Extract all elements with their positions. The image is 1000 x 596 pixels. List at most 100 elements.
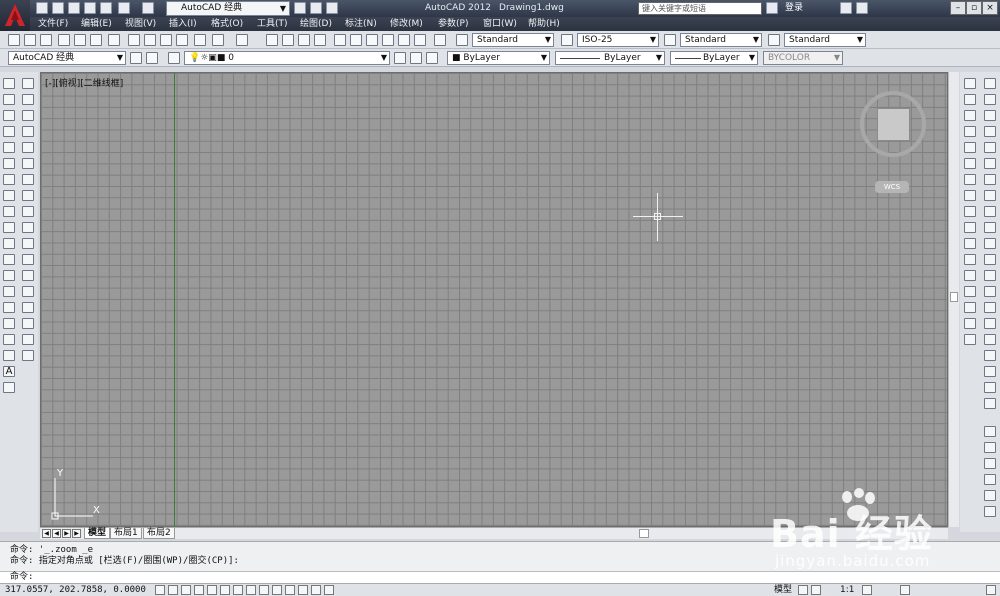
offset-icon[interactable] bbox=[22, 126, 34, 137]
new-file-icon[interactable] bbox=[36, 2, 48, 14]
lineweight-toggle-icon[interactable] bbox=[285, 585, 295, 595]
menu-window[interactable]: 窗口(W) bbox=[483, 17, 517, 31]
multiline-text-icon[interactable]: A bbox=[3, 366, 15, 377]
quadrant-snap-icon[interactable] bbox=[964, 206, 976, 217]
intersection-snap-icon[interactable] bbox=[964, 142, 976, 153]
restore-icon[interactable]: ▫ bbox=[966, 1, 982, 15]
help-icon[interactable] bbox=[856, 2, 868, 14]
open-icon[interactable] bbox=[24, 34, 36, 46]
layer-previous-icon[interactable] bbox=[410, 52, 422, 64]
text-style-select[interactable]: Standard ▼ bbox=[472, 33, 554, 47]
zoom-realtime-icon[interactable] bbox=[282, 34, 294, 46]
dimension-update-icon[interactable] bbox=[984, 382, 996, 393]
construction-line-icon[interactable] bbox=[3, 94, 15, 105]
hatch-to-back-icon[interactable] bbox=[984, 506, 996, 517]
node-snap-icon[interactable] bbox=[964, 286, 976, 297]
multileader-style-icon[interactable] bbox=[768, 34, 780, 46]
erase-icon[interactable] bbox=[22, 78, 34, 89]
workspace-switch-icon[interactable] bbox=[900, 585, 910, 595]
menu-format[interactable]: 格式(O) bbox=[211, 17, 243, 31]
dynamic-input-icon[interactable] bbox=[272, 585, 282, 595]
plot-style-select[interactable]: BYCOLOR ▼ bbox=[763, 51, 843, 65]
menu-view[interactable]: 视图(V) bbox=[125, 17, 156, 31]
viewcube-top-face[interactable] bbox=[877, 108, 910, 141]
previous-tab-icon[interactable]: ◀ bbox=[52, 529, 61, 538]
dimension-edit-icon[interactable] bbox=[984, 350, 996, 361]
transparency-icon[interactable] bbox=[298, 585, 308, 595]
menu-parametric[interactable]: 参数(P) bbox=[438, 17, 468, 31]
make-current-layer-icon[interactable] bbox=[394, 52, 406, 64]
print-icon[interactable] bbox=[58, 34, 70, 46]
nearest-snap-icon[interactable] bbox=[964, 302, 976, 313]
radius-dimension-icon[interactable] bbox=[984, 142, 996, 153]
quick-view-layouts-icon[interactable] bbox=[798, 585, 808, 595]
text-to-front-icon[interactable] bbox=[984, 490, 996, 501]
zoom-window-icon[interactable] bbox=[298, 34, 310, 46]
dimension-space-icon[interactable] bbox=[984, 254, 996, 265]
match-properties-icon[interactable] bbox=[176, 34, 188, 46]
text-style-icon[interactable] bbox=[456, 34, 468, 46]
save-icon[interactable] bbox=[68, 2, 80, 14]
markup-icon[interactable] bbox=[398, 34, 410, 46]
properties-icon[interactable] bbox=[334, 34, 346, 46]
cut-icon[interactable] bbox=[128, 34, 140, 46]
menu-insert[interactable]: 插入(I) bbox=[169, 17, 197, 31]
command-input[interactable]: 命令: bbox=[0, 571, 1000, 583]
snap-mode-icon[interactable] bbox=[168, 585, 178, 595]
tolerance-icon[interactable] bbox=[984, 286, 996, 297]
model-space-button[interactable]: 模型 bbox=[774, 584, 792, 596]
fillet-icon[interactable] bbox=[22, 318, 34, 329]
aligned-dimension-icon[interactable] bbox=[984, 94, 996, 105]
rotate-icon[interactable] bbox=[22, 174, 34, 185]
linetype-select[interactable]: ByLayer ▼ bbox=[555, 51, 665, 65]
tab-model[interactable]: 模型 bbox=[84, 528, 111, 539]
drawing-area[interactable]: [-][俯视][二维线框] WCS Y X bbox=[40, 72, 948, 527]
layer-select[interactable]: 💡☼▣■ 0 ▼ bbox=[184, 51, 390, 65]
insert-snap-icon[interactable] bbox=[964, 270, 976, 281]
menu-modify[interactable]: 修改(M) bbox=[390, 17, 423, 31]
dimension-style-icon[interactable] bbox=[984, 398, 996, 409]
arc-icon[interactable] bbox=[3, 158, 15, 169]
line-icon[interactable] bbox=[3, 78, 15, 89]
minimize-icon[interactable]: – bbox=[950, 1, 966, 15]
break-icon[interactable] bbox=[22, 270, 34, 281]
hatch-icon[interactable] bbox=[3, 302, 15, 313]
multileader-style-select[interactable]: Standard ▼ bbox=[784, 33, 866, 47]
tab-layout1[interactable]: 布局1 bbox=[110, 528, 142, 539]
redo-icon[interactable] bbox=[142, 2, 154, 14]
last-tab-icon[interactable]: ▶ bbox=[72, 529, 81, 538]
workspace-select[interactable]: AutoCAD 经典 ▼ bbox=[166, 1, 290, 16]
coordinates-readout[interactable]: 317.0557, 202.7858, 0.0000 bbox=[5, 584, 146, 596]
table-icon[interactable] bbox=[3, 350, 15, 361]
rectangle-icon[interactable] bbox=[3, 142, 15, 153]
menu-edit[interactable]: 编辑(E) bbox=[81, 17, 112, 31]
search-input[interactable]: 键入关键字或短语 bbox=[638, 2, 762, 15]
object-snap-icon[interactable] bbox=[964, 94, 976, 105]
new-icon[interactable] bbox=[8, 34, 20, 46]
move-icon[interactable] bbox=[22, 158, 34, 169]
circle-icon[interactable] bbox=[3, 174, 15, 185]
layer-properties-icon[interactable] bbox=[310, 2, 322, 14]
tangent-snap-icon[interactable] bbox=[964, 222, 976, 233]
publish-icon[interactable] bbox=[90, 34, 102, 46]
extend-icon[interactable] bbox=[22, 238, 34, 249]
object-snap-tracking-icon[interactable] bbox=[246, 585, 256, 595]
zoom-previous-icon[interactable] bbox=[314, 34, 326, 46]
center-mark-icon[interactable] bbox=[984, 302, 996, 313]
menu-help[interactable]: 帮助(H) bbox=[528, 17, 560, 31]
vertical-scrollbar[interactable] bbox=[948, 72, 959, 527]
dimension-text-edit-icon[interactable] bbox=[984, 366, 996, 377]
dim-style-icon[interactable] bbox=[561, 34, 573, 46]
magnet-icon[interactable] bbox=[22, 350, 34, 361]
open-file-icon[interactable] bbox=[52, 2, 64, 14]
midpoint-snap-icon[interactable] bbox=[964, 126, 976, 137]
tool-palettes-icon[interactable] bbox=[366, 34, 378, 46]
make-block-icon[interactable] bbox=[3, 270, 15, 281]
quick-properties-icon[interactable] bbox=[311, 585, 321, 595]
horizontal-scrollbar-thumb[interactable] bbox=[639, 529, 649, 538]
array-icon[interactable] bbox=[22, 142, 34, 153]
spline-icon[interactable] bbox=[3, 206, 15, 217]
annotation-visibility-icon[interactable] bbox=[862, 585, 872, 595]
chamfer-icon[interactable] bbox=[22, 302, 34, 313]
draworder-under-icon[interactable] bbox=[984, 474, 996, 485]
